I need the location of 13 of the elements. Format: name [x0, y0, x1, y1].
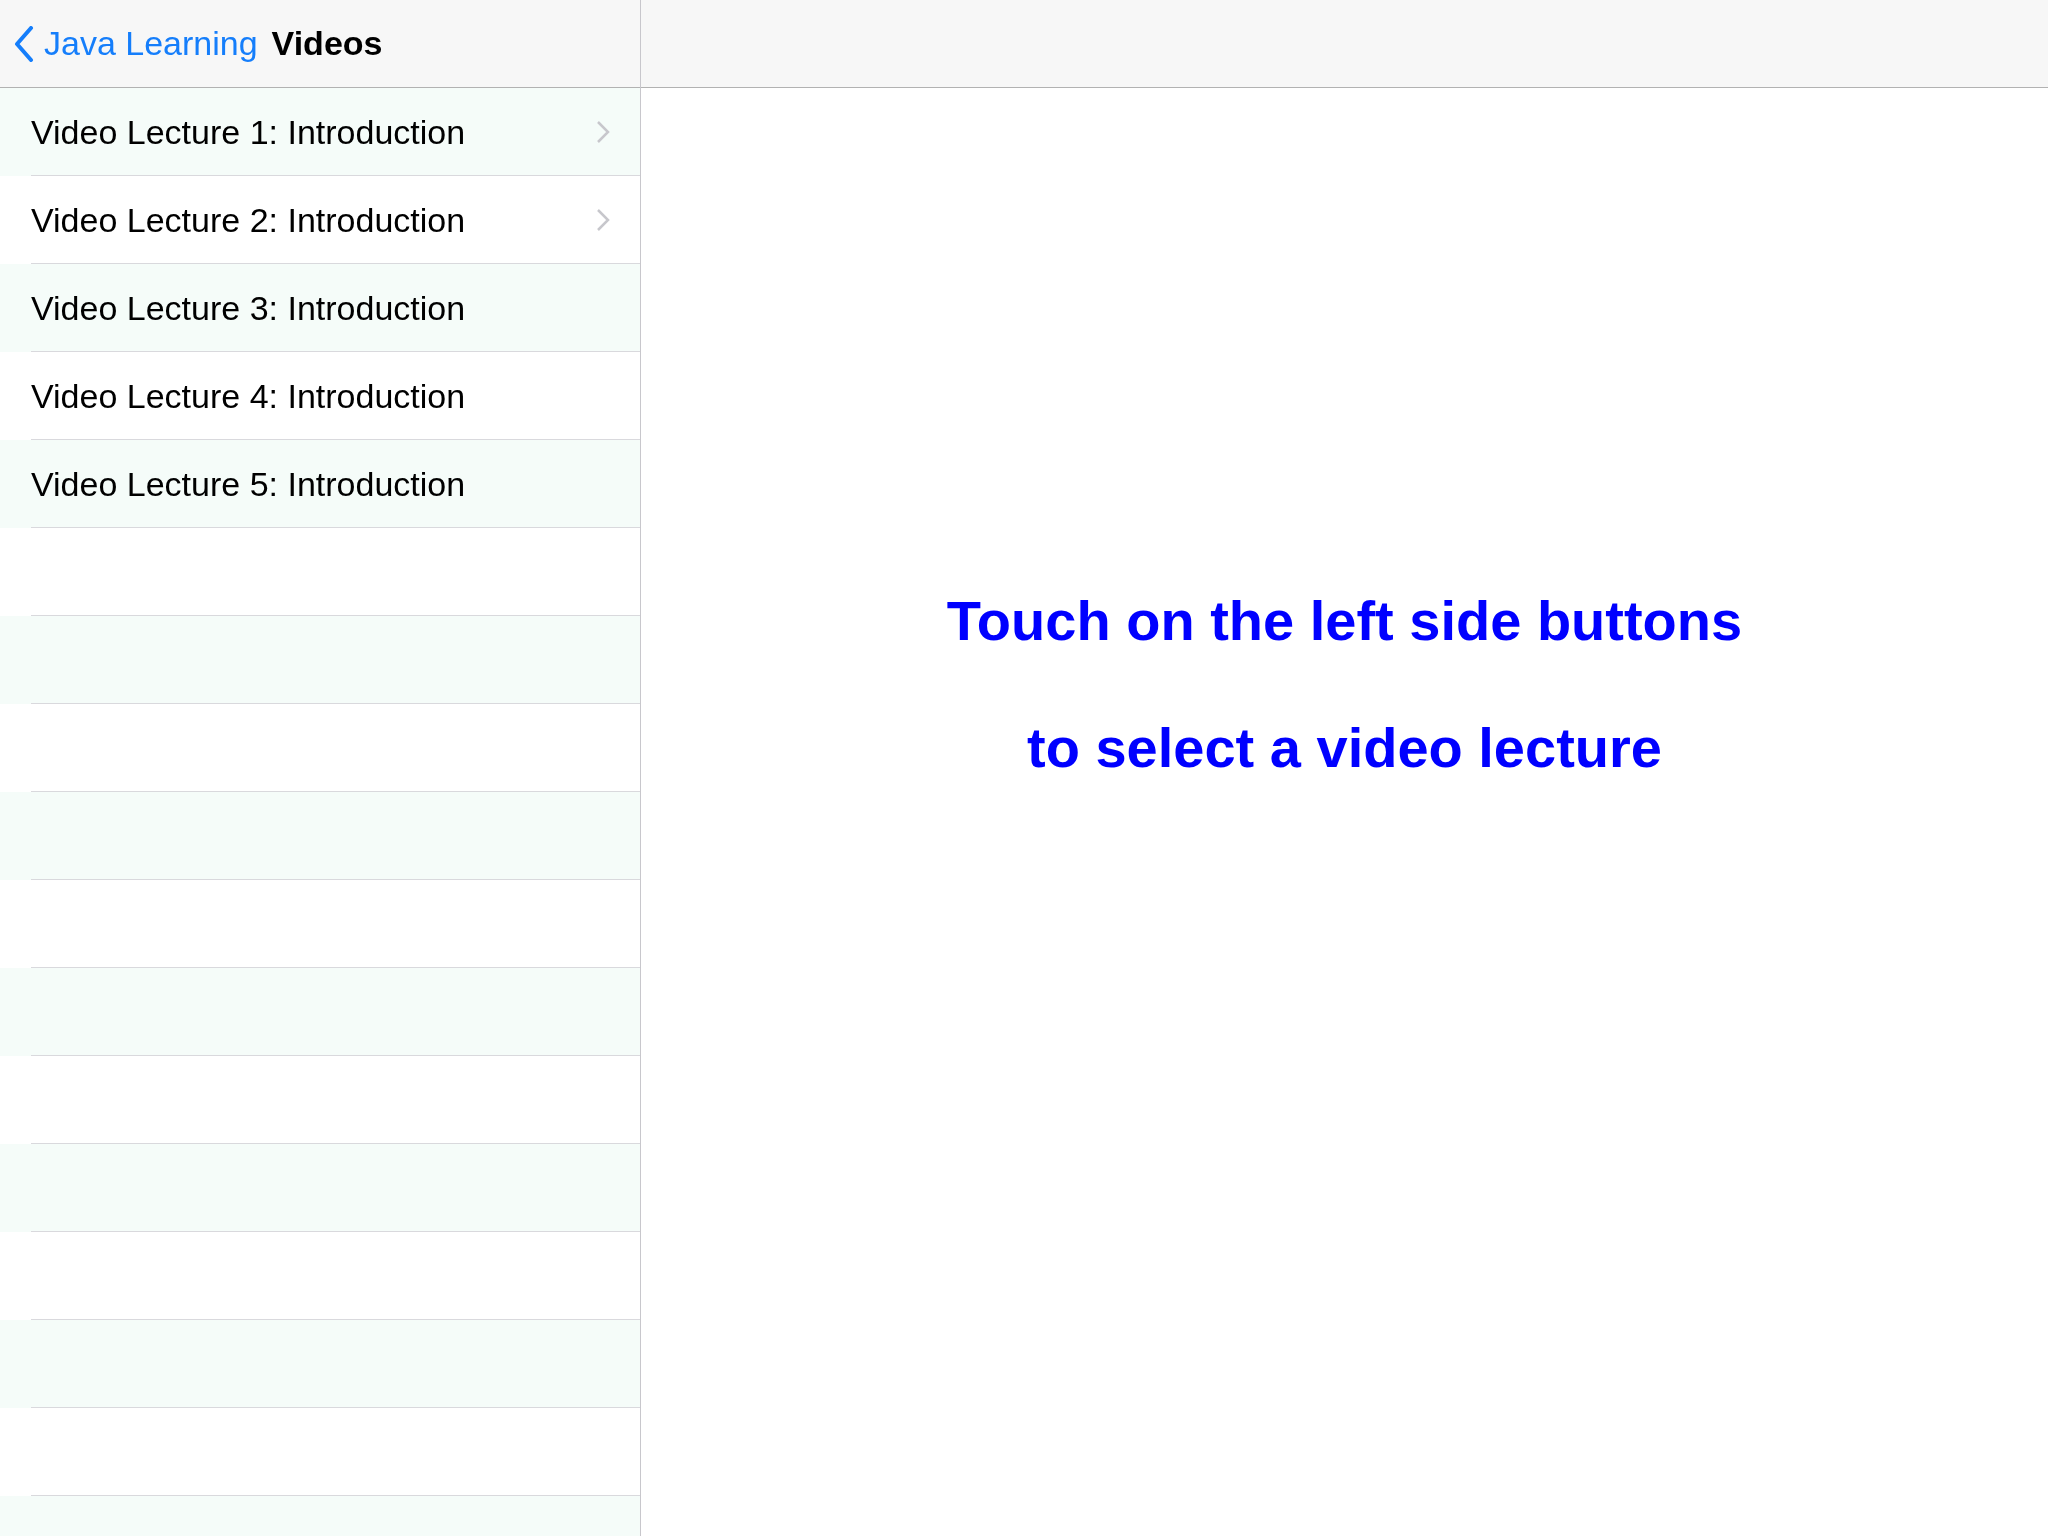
lecture-row[interactable]: Video Lecture 5: Introduction — [0, 440, 640, 528]
lecture-row[interactable]: Video Lecture 1: Introduction — [0, 88, 640, 176]
lecture-title: Video Lecture 5: Introduction — [31, 464, 467, 504]
instruction-text: Touch on the left side buttons — [946, 588, 1743, 653]
instruction-text: to select a video lecture — [1027, 715, 1662, 780]
back-button[interactable]: Java Learning — [14, 24, 258, 63]
lecture-row[interactable]: Video Lecture 3: Introduction — [0, 264, 640, 352]
lecture-title: Video Lecture 3: Introduction — [31, 288, 467, 328]
lecture-title: Video Lecture 2: Introduction — [31, 200, 467, 240]
lecture-title: Video Lecture 1: Introduction — [31, 112, 467, 152]
chevron-left-icon — [14, 25, 34, 62]
lecture-title: Video Lecture 4: Introduction — [31, 376, 467, 416]
nav-title: Videos — [271, 24, 383, 63]
